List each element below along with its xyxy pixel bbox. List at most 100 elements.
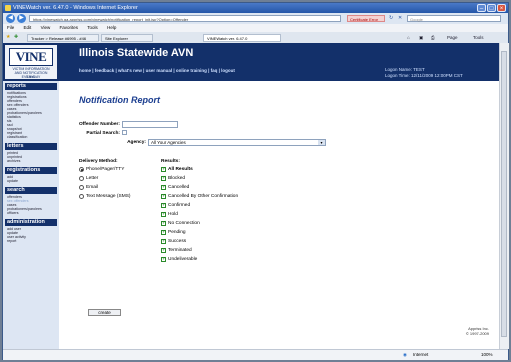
page-title: Notification Report [79,95,160,105]
sidebar-section-registrations[interactable]: registrations [5,167,57,174]
checkbox-pending-label: Pending [168,230,186,235]
radio-letter[interactable] [79,176,84,181]
close-button[interactable]: × [497,4,506,12]
tab-tracker[interactable]: Tracker > Release #6995 - #46 [27,34,99,42]
checkbox-cancelled-other-label: Cancelled By Other Confirmation [168,194,239,199]
radio-email-label: Email [86,185,98,190]
zoom-level[interactable]: 100% [481,350,493,360]
internet-zone-icon: ◉ [403,352,407,357]
radio-sms[interactable] [79,194,84,199]
offender-number-label: Offender Number: [78,122,120,127]
checkbox-undeliverable-label: Undeliverable [168,257,198,262]
footer-copyright-years: © 1997-2009 [465,331,489,336]
checkbox-all-results[interactable]: ✓ [161,167,166,172]
logon-time: Logon Time: 12/11/2009 12:00PM CST [385,73,463,78]
checkbox-confirmed[interactable]: ✓ [161,203,166,208]
partial-search-label: Partial Search: [86,131,120,136]
ie-icon [5,5,11,11]
add-favorites-icon[interactable]: ✚ [14,34,18,41]
checkbox-no-connection-label: No Connection [168,221,200,226]
logo-text: VINE [9,48,53,66]
vertical-scrollbar[interactable] [499,43,509,349]
delivery-method-label: Delivery Method: [79,159,118,164]
agency-select-value: All Your Agencies [151,140,186,145]
menu-view[interactable]: View [41,25,51,30]
menu-favorites[interactable]: Favorites [60,25,79,30]
site-header: VINE VICTIM INFORMATION AND NOTIFICATION… [3,43,499,81]
create-button[interactable]: create [88,309,121,316]
search-input[interactable]: Google [407,15,501,22]
checkbox-undeliverable[interactable]: ✓ [161,257,166,262]
radio-phone[interactable] [79,167,84,172]
lock-link[interactable]: Lock [9,74,53,79]
certificate-error-button[interactable]: Certificate Error [347,15,385,22]
sidebar-section-letters[interactable]: letters [5,143,57,150]
vine-logo: VINE VICTIM INFORMATION AND NOTIFICATION… [5,45,57,79]
checkbox-cancelled-other[interactable]: ✓ [161,194,166,199]
refresh-icon[interactable]: ↻ [389,15,393,22]
logon-info: Logon Name: TEST Logon Time: 12/11/2009 … [385,67,491,79]
internet-zone-label: Internet [413,352,429,357]
results-label: Results: [161,159,180,164]
checkbox-cancelled-label: Cancelled [168,185,190,190]
site-title: Illinois Statewide AVN [79,47,194,59]
maximize-button[interactable]: □ [487,4,496,12]
checkbox-cancelled[interactable]: ✓ [161,185,166,190]
radio-letter-label: Letter [86,176,99,181]
forward-icon[interactable]: ▶ [17,14,26,23]
minimize-button[interactable]: – [477,4,486,12]
checkbox-terminated[interactable]: ✓ [161,248,166,253]
checkbox-hold-label: Hold [168,212,178,217]
sidebar-section-search[interactable]: search [5,187,57,194]
home-icon[interactable]: ⌂ [407,34,410,42]
tab-vinewatch[interactable]: VINEWatch ver. 6.47.0 [203,34,281,42]
feeds-icon[interactable]: ▣ [419,34,423,42]
menu-file[interactable]: File [7,25,14,30]
checkbox-success[interactable]: ✓ [161,239,166,244]
favorites-star-icon[interactable]: ★ [6,34,10,41]
sidebar-section-reports[interactable]: reports [5,83,57,90]
checkbox-hold[interactable]: ✓ [161,212,166,217]
radio-phone-label: Phone/Pager/TTY [86,167,125,172]
header-links[interactable]: home | feedback | what's new | user manu… [79,68,235,73]
menu-tools[interactable]: Tools [87,25,98,30]
back-icon[interactable]: ◀ [6,14,15,23]
scrollbar-thumb[interactable] [501,51,507,337]
sidebar: reports notifications registrations offe… [3,81,59,349]
checkbox-blocked-label: Blocked [168,176,186,181]
partial-search-checkbox[interactable] [122,130,127,135]
menu-edit[interactable]: Edit [24,25,32,30]
agency-select[interactable]: All Your Agencies ▾ [148,139,326,146]
tab-site-explorer[interactable]: Site Explorer [101,34,153,42]
status-bar: ◉ Internet 100% [3,349,508,360]
tools-menu[interactable]: Tools [473,34,484,42]
offender-number-input[interactable] [122,121,178,128]
window-title: VINEWatch ver. 6.47.0 - Windows Internet… [13,5,138,11]
browser-window: VINEWatch ver. 6.47.0 - Windows Internet… [2,2,509,360]
checkbox-no-connection[interactable]: ✓ [161,221,166,226]
menu-help[interactable]: Help [107,25,116,30]
checkbox-all-results-label: All Results [168,167,193,172]
main-content: Notification Report Offender Number: Par… [65,81,495,349]
sidebar-item-update[interactable]: update [7,179,18,183]
checkbox-terminated-label: Terminated [168,248,192,253]
agency-label: Agency: [127,140,146,145]
url-field[interactable]: https://vinewatch.ga.appriss.com/vinewat… [29,15,341,22]
page-menu[interactable]: Page [447,34,458,42]
sidebar-item-search-officers[interactable]: officers [7,211,19,215]
radio-sms-label: Text Message (SMS) [86,194,131,199]
checkbox-confirmed-label: Confirmed [168,203,191,208]
stop-icon[interactable]: ✕ [398,15,402,22]
sidebar-item-classification[interactable]: classification [7,135,27,139]
title-bar: VINEWatch ver. 6.47.0 - Windows Internet… [3,3,508,13]
footer-copyright: Appriss Inc. © 1997-2009 [466,326,489,336]
sidebar-section-administration[interactable]: administration [5,219,57,226]
checkbox-blocked[interactable]: ✓ [161,176,166,181]
sidebar-item-archives[interactable]: archives [7,159,20,163]
checkbox-success-label: Success [168,239,187,244]
print-icon[interactable]: ⎙ [431,34,435,42]
radio-email[interactable] [79,185,84,190]
checkbox-pending[interactable]: ✓ [161,230,166,235]
sidebar-item-report[interactable]: report [7,239,16,243]
chevron-down-icon[interactable]: ▾ [318,140,325,145]
